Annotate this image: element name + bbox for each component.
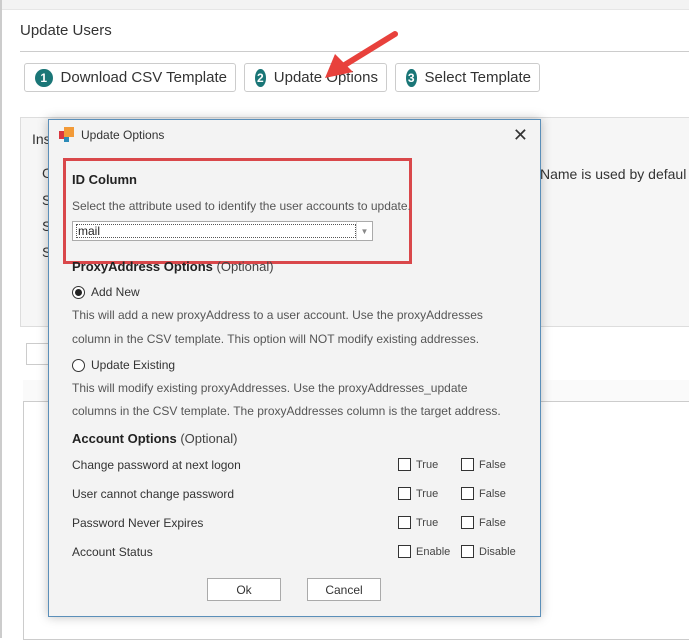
page-top-bar	[0, 0, 689, 10]
optional-label: (Optional)	[180, 431, 238, 446]
checkbox[interactable]	[398, 487, 411, 500]
checkbox-label: True	[416, 458, 439, 471]
checkbox[interactable]	[461, 516, 474, 529]
account-option-label: User cannot change password	[72, 487, 235, 501]
account-option-label: Change password at next logon	[72, 458, 241, 472]
account-option-label: Password Never Expires	[72, 516, 204, 530]
account-option-label: Account Status	[72, 545, 153, 559]
account-heading-text: Account Options	[72, 431, 177, 446]
checkbox-label: True	[416, 487, 439, 500]
proxy-heading: ProxyAddress Options (Optional)	[72, 259, 274, 274]
dialog-titlebar: Update Options	[49, 120, 540, 150]
step-select-template-button[interactable]: 3 Select Template	[395, 63, 540, 92]
app-logo-icon	[59, 127, 75, 143]
checkbox[interactable]	[398, 545, 411, 558]
radio-label: Add New	[91, 285, 140, 299]
id-column-select[interactable]: mail ▼	[72, 221, 373, 241]
add-new-description: This will add a new proxyAddress to a us…	[72, 308, 483, 322]
proxy-heading-text: ProxyAddress Options	[72, 259, 213, 274]
id-column-description: Select the attribute used to identify th…	[72, 199, 411, 213]
cancel-button[interactable]: Cancel	[307, 578, 381, 601]
step-label: Download CSV Template	[60, 69, 227, 86]
radio-add-new[interactable]: Add New	[72, 285, 140, 299]
step-number-icon: 1	[35, 68, 53, 87]
radio-button[interactable]	[72, 358, 85, 372]
radio-label: Update Existing	[91, 358, 176, 372]
option-1-checkbox[interactable]: Enable	[398, 545, 450, 558]
step-number-icon: 2	[255, 68, 266, 87]
checkbox-label: False	[479, 458, 506, 471]
checkbox[interactable]	[461, 458, 474, 471]
radio-update-existing[interactable]: Update Existing	[72, 358, 175, 372]
id-column-heading: ID Column	[72, 172, 137, 187]
chevron-down-icon[interactable]: ▼	[356, 222, 372, 240]
instructions-text: Name is used by defaul	[540, 166, 687, 182]
optional-label: (Optional)	[216, 259, 274, 274]
checkbox-label: Disable	[479, 545, 516, 558]
checkbox[interactable]	[398, 458, 411, 471]
option-2-checkbox[interactable]: Disable	[461, 545, 516, 558]
option-2-checkbox[interactable]: False	[461, 516, 506, 529]
id-column-value: mail	[76, 224, 356, 238]
add-new-description: column in the CSV template. This option …	[72, 332, 480, 346]
update-existing-description: columns in the CSV template. The proxyAd…	[72, 404, 501, 418]
option-2-checkbox[interactable]: False	[461, 458, 506, 471]
checkbox[interactable]	[398, 516, 411, 529]
option-2-checkbox[interactable]: False	[461, 487, 506, 500]
page-title: Update Users	[20, 22, 112, 39]
option-1-checkbox[interactable]: True	[398, 458, 438, 471]
step-download-csv-button[interactable]: 1 Download CSV Template	[24, 63, 236, 92]
checkbox[interactable]	[461, 545, 474, 558]
step-label: Select Template	[424, 69, 531, 86]
red-arrow-annotation	[325, 31, 398, 78]
checkbox-label: False	[479, 516, 506, 529]
ok-button[interactable]: Ok	[207, 578, 281, 601]
update-existing-description: This will modify existing proxyAddresses…	[72, 381, 468, 395]
radio-button[interactable]	[72, 285, 85, 299]
dialog-title: Update Options	[81, 128, 165, 142]
checkbox[interactable]	[461, 487, 474, 500]
option-1-checkbox[interactable]: True	[398, 516, 438, 529]
update-options-dialog: Update Options ✕ ID Column Select the at…	[48, 119, 541, 617]
close-icon[interactable]: ✕	[513, 125, 528, 146]
option-1-checkbox[interactable]: True	[398, 487, 438, 500]
checkbox-label: Enable	[416, 545, 451, 558]
checkbox-label: False	[479, 487, 506, 500]
left-border	[0, 0, 2, 638]
account-heading: Account Options (Optional)	[72, 431, 237, 446]
checkbox-label: True	[416, 516, 439, 529]
step-number-icon: 3	[406, 68, 417, 87]
